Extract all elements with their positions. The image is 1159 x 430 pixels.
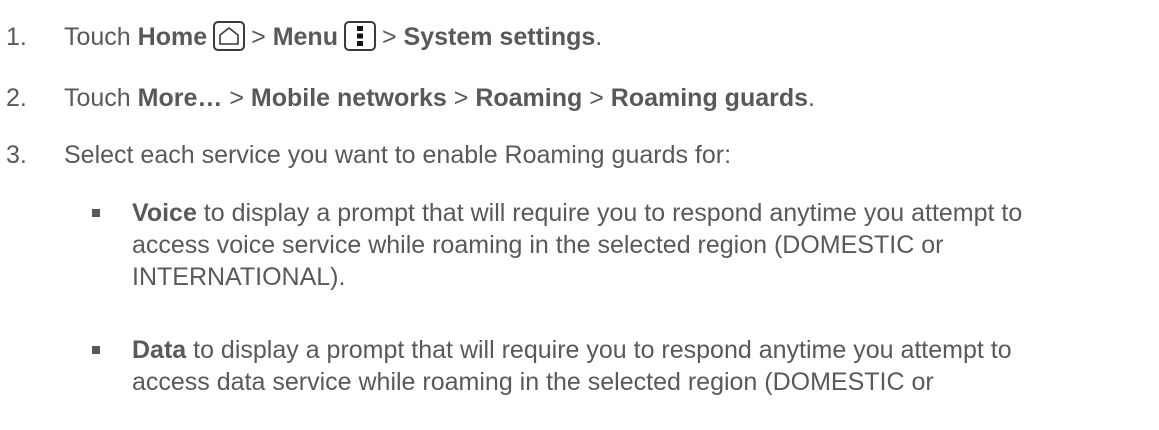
step-text: Touch [64, 84, 131, 112]
step-text: Touch [64, 23, 131, 51]
more-label: More… [137, 84, 223, 112]
data-term: Data [132, 336, 187, 364]
menu-icon [343, 21, 376, 51]
period: . [595, 23, 603, 51]
mobile-networks-label: Mobile networks [250, 84, 447, 112]
home-icon [213, 21, 246, 51]
separator: > [589, 84, 604, 112]
step-1: 1. Touch Home > Menu > System settings. [6, 20, 602, 54]
separator: > [251, 23, 266, 51]
voice-term: Voice [132, 199, 197, 227]
step-text: Select each service you want to enable R… [64, 141, 732, 169]
separator: > [229, 84, 244, 112]
sub-item-text: to display a prompt that will require yo… [196, 199, 1023, 227]
step-3: 3. Select each service you want to enable… [6, 138, 731, 172]
separator: > [453, 84, 469, 112]
sub-item-data: Data to display a prompt that will requi… [132, 334, 1142, 398]
period: . [808, 84, 815, 112]
separator: > [381, 23, 397, 51]
bullet-marker [92, 209, 100, 217]
roaming-guards-label: Roaming guards [610, 84, 809, 112]
sub-item-line: Voice to display a prompt that will requ… [132, 197, 1142, 229]
sub-item-text: to display a prompt that will require yo… [186, 336, 1012, 364]
sub-item-line: access data service while roaming in the… [132, 368, 934, 396]
step-number: 2. [6, 84, 27, 112]
sub-item-line: access voice service while roaming in th… [132, 231, 944, 259]
step-number: 3. [6, 141, 27, 169]
home-label: Home [137, 23, 208, 51]
step-2: 2. Touch More… > Mobile networks > Roamin… [6, 81, 815, 115]
system-settings-label: System settings [403, 23, 596, 51]
sub-item-line: Data to display a prompt that will requi… [132, 334, 1142, 366]
step-number: 1. [6, 23, 27, 51]
sub-item-line: INTERNATIONAL). [132, 263, 346, 291]
document-page: 1. Touch Home > Menu > System settings. 2. T… [0, 0, 1159, 430]
sub-item-voice: Voice to display a prompt that will requ… [132, 197, 1142, 293]
roaming-label: Roaming [475, 84, 583, 112]
menu-label: Menu [272, 23, 338, 51]
bullet-marker [92, 346, 100, 354]
